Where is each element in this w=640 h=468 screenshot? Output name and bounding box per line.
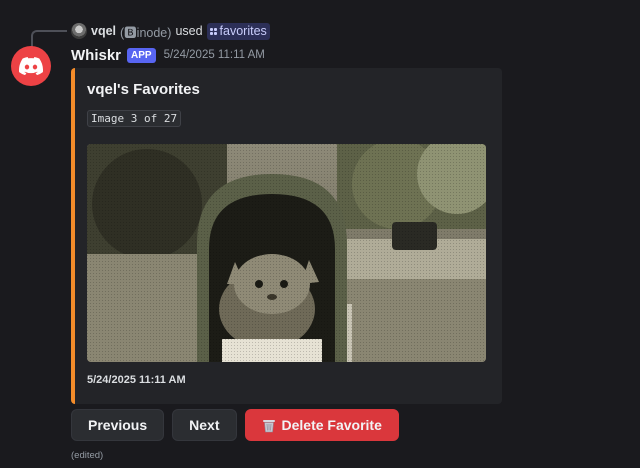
message-timestamp[interactable]: 5/24/2025 11:11 AM (164, 49, 265, 61)
edited-indicator: (edited) (71, 450, 104, 461)
wastebasket-icon (262, 419, 275, 432)
command-name: favorites (219, 24, 267, 38)
discord-logo-icon (19, 57, 43, 75)
reply-context[interactable]: vqel (🅱inode) used favorites (71, 22, 270, 40)
reply-connector (31, 30, 67, 48)
embed-image[interactable] (87, 144, 486, 362)
next-button[interactable]: Next (172, 409, 237, 441)
message-header: Whiskr APP 5/24/2025 11:11 AM (71, 45, 265, 65)
bot-avatar[interactable] (11, 46, 51, 86)
embed-title: vqel's Favorites (87, 81, 200, 98)
embed-footer-timestamp: 5/24/2025 11:11 AM (87, 374, 186, 386)
reply-user-avatar[interactable] (71, 23, 87, 39)
favorites-embed: vqel's Favorites Image 3 of 27 5/24/2025… (71, 68, 502, 404)
command-mention[interactable]: favorites (206, 22, 270, 40)
delete-favorite-label: Delete Favorite (281, 417, 382, 433)
reply-used-text: used (175, 24, 203, 38)
delete-favorite-button[interactable]: Delete Favorite (244, 409, 399, 441)
image-counter: Image 3 of 27 (87, 110, 182, 127)
kitten-mailbox-photo (87, 144, 486, 362)
reply-user-tag: (🅱inode) (120, 25, 172, 40)
app-badge: APP (127, 47, 156, 63)
previous-button[interactable]: Previous (71, 409, 165, 441)
reply-username[interactable]: vqel (91, 24, 116, 38)
action-row: Previous Next Delete Favorite (71, 409, 399, 441)
author-name[interactable]: Whiskr (71, 47, 121, 64)
app-command-icon (209, 27, 217, 35)
